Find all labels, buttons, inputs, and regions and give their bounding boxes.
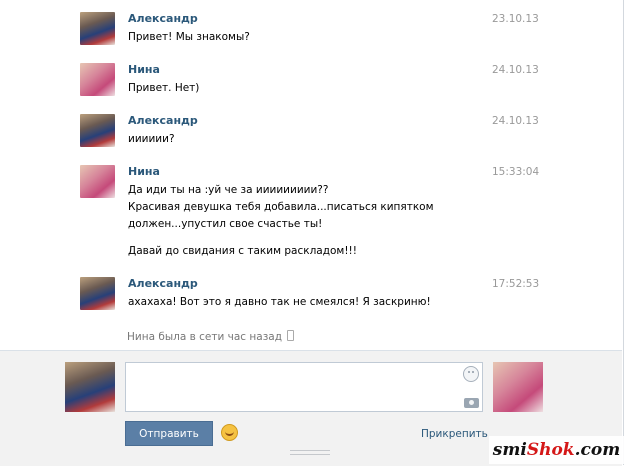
avatar[interactable] xyxy=(80,12,115,45)
message-text: Давай до свидания с таким раскладом!!! xyxy=(128,245,357,257)
watermark-logo: smiShok.com xyxy=(489,436,624,464)
message-item: Александр 23.10.13 Привет! Мы знакомы? xyxy=(80,12,540,52)
message-date: 24.10.13 xyxy=(492,64,539,76)
message-text: Привет. Нет) xyxy=(128,82,200,94)
message-date: 15:33:04 xyxy=(492,166,540,178)
resize-grip[interactable] xyxy=(290,450,330,455)
avatar[interactable] xyxy=(80,63,115,96)
message-author[interactable]: Нина xyxy=(128,63,160,77)
message-item: Александр 24.10.13 ииииии? xyxy=(80,114,540,154)
message-composer: Отправить Прикрепить smiShok.com xyxy=(0,350,624,466)
window-edge xyxy=(623,0,624,465)
message-author[interactable]: Александр xyxy=(128,114,198,128)
message-text: ахахаха! Вот это я давно так не смеялся!… xyxy=(128,296,431,308)
message-text: ииииии? xyxy=(128,133,175,145)
attach-link[interactable]: Прикрепить xyxy=(421,428,488,440)
message-date: 24.10.13 xyxy=(492,115,539,127)
message-item: Нина 15:33:04 Да иди ты на :уй че за иии… xyxy=(80,165,540,265)
online-status: Нина была в сети час назад xyxy=(127,330,294,344)
message-author[interactable]: Нина xyxy=(128,165,160,179)
message-line-gap xyxy=(128,233,458,243)
message-author[interactable]: Александр xyxy=(128,277,198,291)
avatar[interactable] xyxy=(80,114,115,147)
online-status-text: Нина была в сети час назад xyxy=(127,331,282,343)
avatar[interactable] xyxy=(80,277,115,310)
message-input[interactable] xyxy=(125,362,483,412)
watermark-suffix: .com xyxy=(574,440,621,460)
avatar[interactable] xyxy=(80,165,115,198)
message-text: Красивая девушка тебя добавила...писатьс… xyxy=(128,201,434,213)
watermark-brand: Shok xyxy=(526,440,575,460)
message-text: должен...упустил свое счастье ты! xyxy=(128,218,323,230)
message-date: 17:52:53 xyxy=(492,278,540,290)
message-item: Нина 24.10.13 Привет. Нет) xyxy=(80,63,540,103)
message-author[interactable]: Александр xyxy=(128,12,198,26)
recipient-avatar[interactable] xyxy=(493,362,543,412)
message-text: Да иди ты на :уй че за иииииииии?? xyxy=(128,184,329,196)
message-text: Привет! Мы знакомы? xyxy=(128,31,250,43)
send-button[interactable]: Отправить xyxy=(125,421,213,446)
message-item: Александр 17:52:53 ахахаха! Вот это я да… xyxy=(80,277,540,317)
my-avatar[interactable] xyxy=(65,362,115,412)
message-date: 23.10.13 xyxy=(492,13,539,25)
smile-emoji-icon[interactable] xyxy=(221,424,238,441)
mobile-phone-icon xyxy=(286,330,294,341)
watermark-prefix: smi xyxy=(492,440,527,460)
